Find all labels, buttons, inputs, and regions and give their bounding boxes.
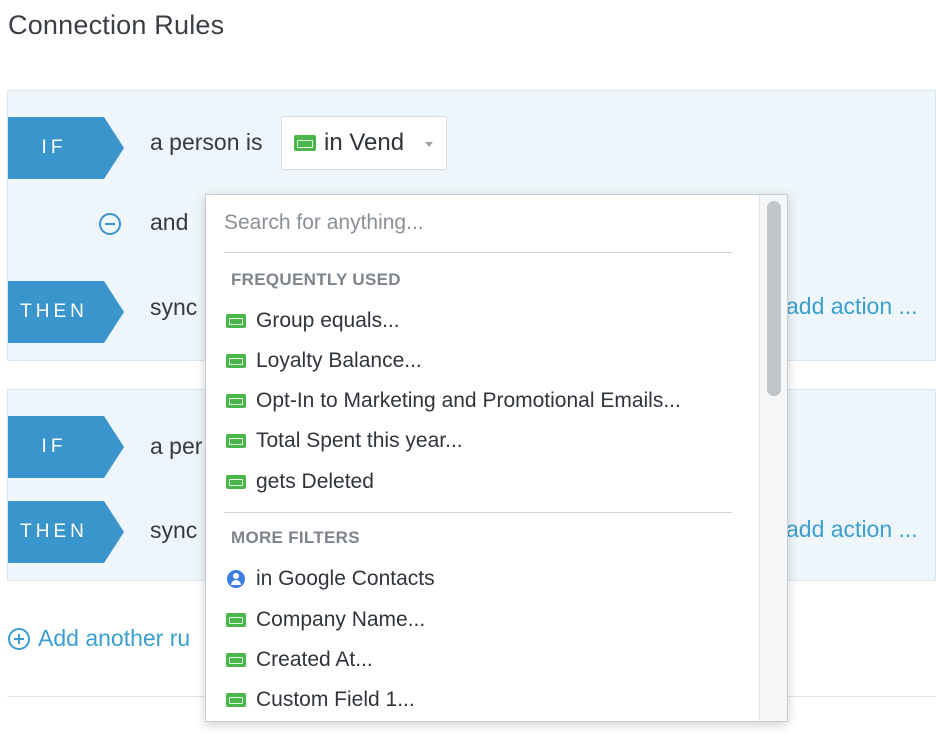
if-tag: IF bbox=[8, 117, 124, 179]
filter-option[interactable]: Custom Field 1... bbox=[224, 682, 756, 718]
if-condition-text: a person is bbox=[150, 129, 263, 155]
add-action-link[interactable]: add action ... bbox=[786, 293, 918, 320]
google-contacts-icon bbox=[227, 570, 245, 588]
filter-dropdown: FREQUENTLY USED Group equals... Loyalty … bbox=[205, 194, 788, 722]
vend-icon bbox=[226, 354, 246, 368]
filter-option-label: Total Spent this year... bbox=[256, 429, 463, 452]
if-condition-text: a per bbox=[150, 433, 203, 459]
caret-down-icon bbox=[425, 142, 433, 147]
search-input[interactable] bbox=[224, 205, 734, 241]
vend-icon bbox=[226, 314, 246, 328]
filter-option-label: gets Deleted bbox=[256, 470, 374, 493]
filter-option-label: Group equals... bbox=[256, 309, 400, 332]
filter-option[interactable]: Loyalty Balance... bbox=[224, 343, 756, 379]
vend-icon bbox=[294, 135, 316, 151]
section-header-frequently-used: FREQUENTLY USED bbox=[231, 270, 401, 289]
scrollbar-thumb[interactable] bbox=[767, 201, 781, 396]
divider bbox=[224, 252, 732, 253]
filter-option[interactable]: gets Deleted bbox=[224, 464, 756, 500]
then-tag: THEN bbox=[8, 281, 124, 343]
filter-option[interactable]: Total Spent this year... bbox=[224, 423, 756, 459]
scrollbar[interactable] bbox=[759, 195, 787, 721]
filter-option-label: Company Name... bbox=[256, 608, 426, 631]
and-text: and bbox=[150, 209, 189, 235]
then-tag: THEN bbox=[8, 501, 124, 563]
filter-option[interactable]: Group equals... bbox=[224, 303, 756, 339]
vend-icon bbox=[226, 434, 246, 448]
vend-icon bbox=[226, 653, 246, 667]
add-action-link[interactable]: add action ... bbox=[786, 516, 918, 543]
plus-circle-icon bbox=[8, 627, 30, 650]
app-select-dropdown[interactable]: in Vend bbox=[281, 116, 447, 170]
filter-option-label: Created At... bbox=[256, 648, 373, 671]
then-action-text: sync bbox=[150, 517, 198, 543]
filter-option[interactable]: Created At... bbox=[224, 642, 756, 678]
vend-icon bbox=[226, 613, 246, 627]
page-title: Connection Rules bbox=[8, 10, 225, 40]
add-rule-label: Add another ru bbox=[38, 625, 191, 651]
filter-option-label: Custom Field 1... bbox=[256, 688, 415, 711]
if-tag: IF bbox=[8, 416, 124, 478]
vend-icon bbox=[226, 394, 246, 408]
vend-icon bbox=[226, 475, 246, 489]
then-action-text: sync bbox=[150, 294, 198, 320]
app-select-label: in Vend bbox=[324, 129, 405, 156]
remove-condition-icon[interactable] bbox=[99, 213, 121, 235]
add-rule-button[interactable]: Add another ru bbox=[8, 625, 190, 652]
filter-option[interactable]: in Google Contacts bbox=[224, 561, 756, 597]
divider bbox=[224, 512, 732, 513]
filter-option-label: Loyalty Balance... bbox=[256, 349, 422, 372]
vend-icon bbox=[226, 693, 246, 707]
filter-option[interactable]: Company Name... bbox=[224, 602, 756, 638]
filter-option[interactable]: Opt-In to Marketing and Promotional Emai… bbox=[224, 383, 756, 419]
section-header-more-filters: MORE FILTERS bbox=[231, 528, 360, 547]
filter-option-label: Opt-In to Marketing and Promotional Emai… bbox=[256, 389, 681, 412]
filter-option-label: in Google Contacts bbox=[256, 567, 435, 590]
